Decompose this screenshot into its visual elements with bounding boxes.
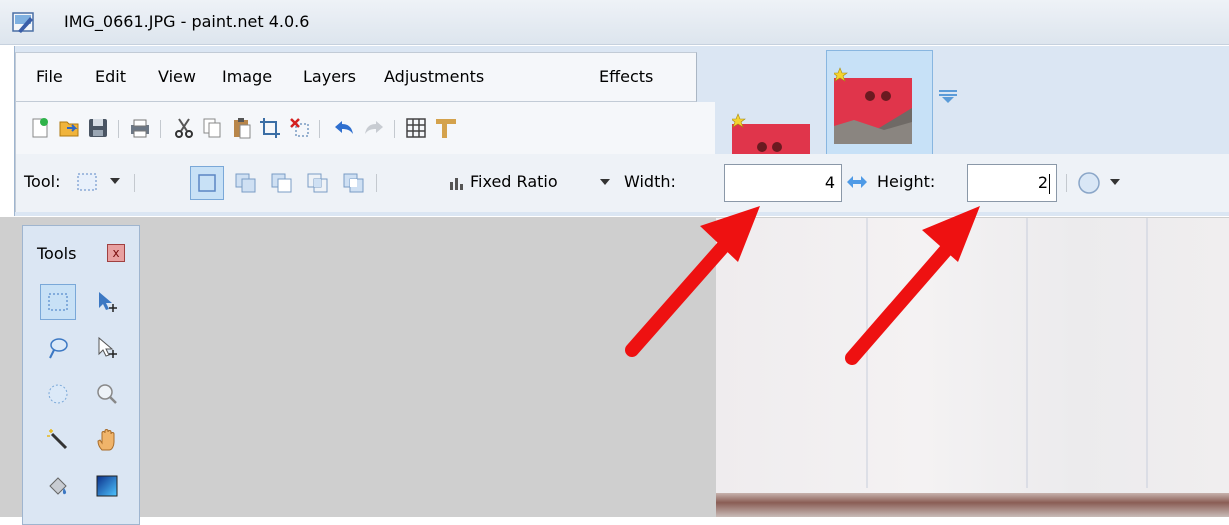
height-label: Height:: [877, 172, 936, 191]
rectangle-select-icon: [48, 293, 68, 311]
thumbnail-list-dropdown-icon[interactable]: [937, 88, 959, 104]
paste-icon[interactable]: [230, 116, 254, 140]
tool-paint-bucket[interactable]: [40, 468, 76, 504]
width-label: Width:: [624, 172, 676, 191]
active-image-thumbnail[interactable]: [834, 66, 912, 144]
rectangle-select-tool-icon[interactable]: [76, 172, 98, 192]
tool-dropdown-chevron-icon[interactable]: [110, 178, 120, 184]
cut-icon[interactable]: [172, 116, 196, 140]
tool-rectangle-select[interactable]: [40, 284, 76, 320]
selection-mode-chevron-icon[interactable]: [600, 179, 610, 185]
save-icon[interactable]: [86, 116, 110, 140]
menu-bar: File Edit View Image Layers Adjustments …: [15, 52, 697, 102]
crop-icon[interactable]: [258, 116, 282, 140]
ruler-icon[interactable]: [434, 116, 458, 140]
ellipse-select-icon: [48, 384, 68, 404]
menu-layers[interactable]: Layers: [303, 67, 356, 86]
tool-move-selection[interactable]: [89, 330, 125, 366]
tool-move-selected[interactable]: [89, 284, 125, 320]
options-separator: [376, 174, 377, 192]
undo-icon[interactable]: [332, 116, 356, 140]
gradient-icon: [96, 475, 118, 497]
paint-bucket-icon: [49, 477, 67, 495]
new-icon[interactable]: [28, 116, 52, 140]
image-canvas[interactable]: [716, 218, 1229, 517]
canvas-streak: [1026, 218, 1028, 488]
menu-edit[interactable]: Edit: [95, 67, 126, 86]
tool-lasso-select[interactable]: [40, 330, 76, 366]
tool-ellipse-select[interactable]: [40, 376, 76, 412]
width-field[interactable]: 4: [724, 164, 842, 202]
height-field[interactable]: 2: [967, 164, 1057, 202]
tool-gradient[interactable]: [89, 468, 125, 504]
toolbar-separator: [160, 120, 161, 138]
width-value: 4: [824, 173, 835, 192]
fixed-ratio-icon: [450, 178, 463, 190]
selection-exclude-icon[interactable]: [270, 172, 294, 194]
title-bar: IMG_0661.JPG - paint.net 4.0.6: [0, 0, 1229, 45]
menu-file[interactable]: File: [36, 67, 63, 86]
selection-mode-value[interactable]: Fixed Ratio: [470, 172, 558, 191]
antialiasing-chevron-icon[interactable]: [1110, 179, 1120, 185]
print-icon[interactable]: [128, 116, 152, 140]
height-value: 2: [1037, 173, 1048, 192]
ribbon-area: File Edit View Image Layers Adjustments …: [14, 46, 1229, 216]
redo-icon[interactable]: [362, 116, 386, 140]
tools-close-icon: x: [112, 246, 120, 260]
window-title: IMG_0661.JPG - paint.net 4.0.6: [64, 12, 310, 31]
antialiasing-icon[interactable]: [1076, 170, 1102, 196]
options-separator: [1066, 174, 1067, 192]
tool-options-bar: Tool: Fixed Ratio Width: 4 Height: 2: [15, 154, 1229, 212]
lasso-icon: [49, 338, 68, 359]
paint-net-app-icon: [12, 12, 34, 33]
tool-pan[interactable]: [89, 422, 125, 458]
open-icon[interactable]: [57, 116, 81, 140]
toolbar-separator: [394, 120, 395, 138]
selection-union-icon[interactable]: [234, 172, 258, 194]
canvas-streak: [866, 218, 868, 488]
selection-replace-icon: [198, 174, 216, 192]
tool-magic-wand[interactable]: [40, 422, 76, 458]
selection-intersect-icon[interactable]: [306, 172, 330, 194]
toolbar-separator: [319, 120, 320, 138]
text-caret: [1049, 173, 1050, 194]
zoom-icon: [97, 384, 117, 404]
move-selection-icon: [98, 336, 117, 358]
menu-adjustments[interactable]: Adjustments: [384, 67, 484, 86]
menu-effects[interactable]: Effects: [599, 67, 653, 86]
toolbar-separator: [118, 120, 119, 138]
pan-hand-icon: [97, 429, 115, 451]
link-aspect-icon[interactable]: [846, 173, 868, 191]
tool-label: Tool:: [24, 172, 61, 191]
magic-wand-icon: [47, 429, 68, 450]
selection-mode-replace-button[interactable]: [190, 166, 224, 200]
canvas-streak: [1146, 218, 1148, 488]
main-toolbar: [15, 102, 715, 154]
menu-view[interactable]: View: [158, 67, 196, 86]
grid-icon[interactable]: [404, 116, 428, 140]
selection-invert-icon[interactable]: [342, 172, 366, 194]
tools-close-button[interactable]: x: [107, 244, 125, 262]
tool-zoom[interactable]: [89, 376, 125, 412]
move-selected-icon: [99, 292, 117, 312]
tools-panel-title: Tools: [37, 244, 77, 263]
menu-image[interactable]: Image: [222, 67, 272, 86]
tools-panel: Tools x: [22, 225, 140, 525]
canvas-bottom-edge: [716, 493, 1229, 517]
deselect-icon[interactable]: [288, 116, 312, 140]
options-separator: [134, 174, 135, 192]
copy-icon[interactable]: [200, 116, 224, 140]
